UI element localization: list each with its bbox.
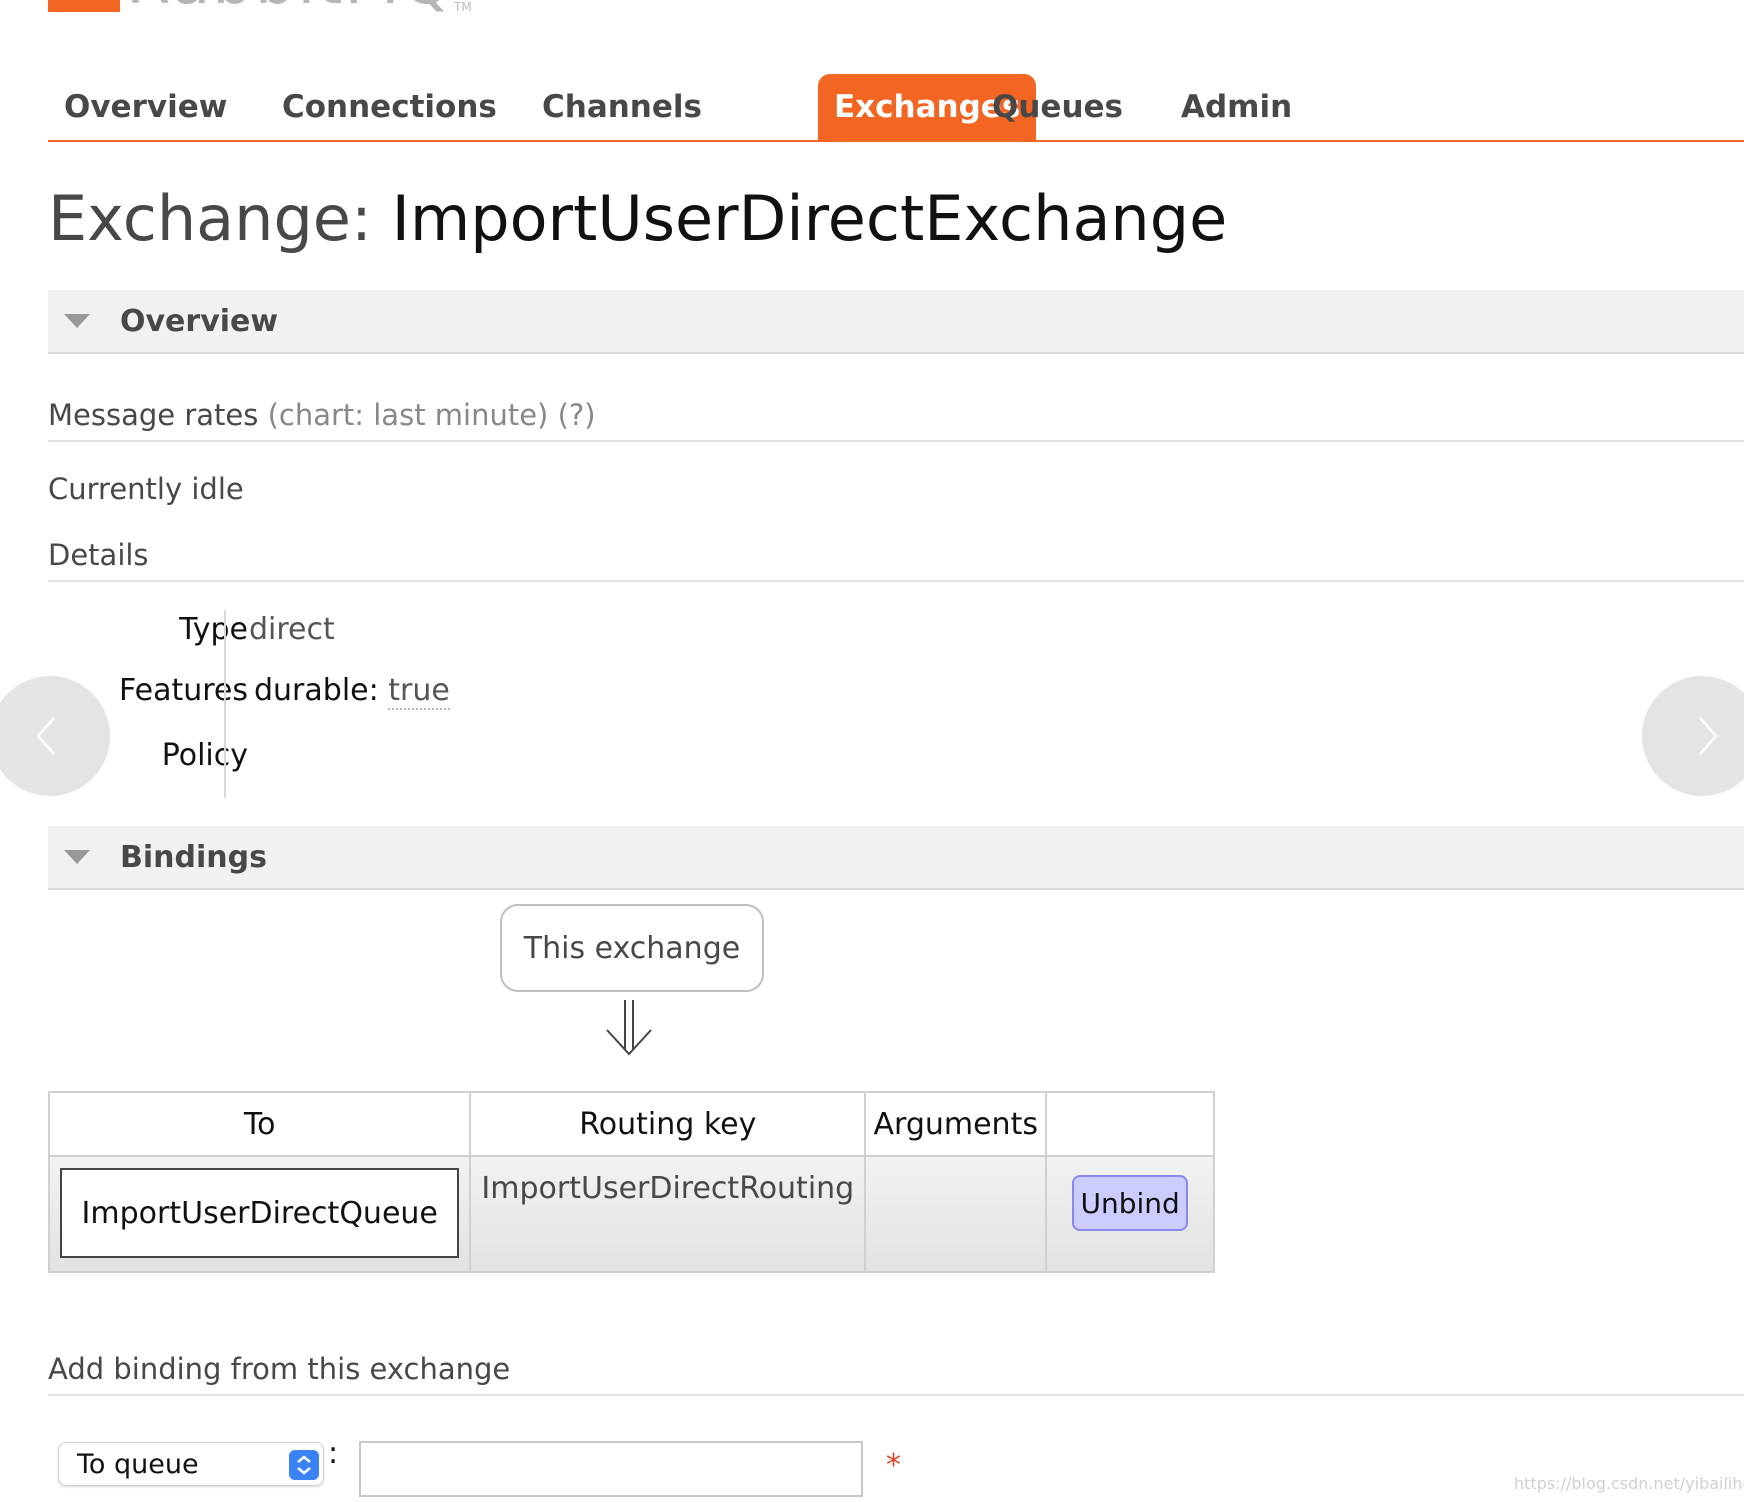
- bindings-table: To Routing key Arguments ImportUserDirec…: [47, 1091, 1215, 1273]
- this-exchange-box: This exchange: [500, 904, 764, 992]
- required-asterisk: *: [886, 1448, 901, 1483]
- main-nav: Overview Connections Channels Exchanges …: [48, 74, 1744, 142]
- policy-label: Policy: [161, 738, 248, 773]
- queue-link[interactable]: ImportUserDirectQueue: [60, 1168, 460, 1258]
- routing-key-value: ImportUserDirectRouting: [481, 1171, 855, 1206]
- binding-arguments-cell: [864, 1155, 1048, 1273]
- page-title-prefix: Exchange:: [48, 182, 372, 255]
- exchange-name: ImportUserDirectExchange: [391, 182, 1228, 255]
- add-binding-heading: Add binding from this exchange: [48, 1352, 1744, 1396]
- destination-type-select[interactable]: To queue: [58, 1442, 324, 1486]
- binding-action-cell: Unbind: [1045, 1155, 1215, 1273]
- logo-text: RabbitMQ: [126, 0, 454, 14]
- type-label: Type: [179, 612, 248, 647]
- destination-name-input[interactable]: [359, 1441, 863, 1497]
- binding-destination-cell: ImportUserDirectQueue: [47, 1155, 472, 1273]
- column-header-arguments: Arguments: [864, 1091, 1048, 1157]
- bindings-section-toggle[interactable]: Bindings: [48, 826, 1744, 890]
- column-header-to: To: [47, 1091, 472, 1157]
- features-value: durable: true: [254, 673, 450, 710]
- field-separator: :: [328, 1436, 339, 1471]
- details-divider: [224, 610, 226, 798]
- unbind-button[interactable]: Unbind: [1072, 1175, 1189, 1231]
- tab-connections[interactable]: Connections: [266, 74, 513, 140]
- bindings-section-title: Bindings: [120, 839, 267, 875]
- watermark: https://blog.csdn.net/yibailiheng: [1514, 1474, 1744, 1493]
- details-table: Type Features Policy direct durable: tru…: [48, 608, 748, 798]
- chevron-left-icon: [36, 717, 55, 755]
- arguments-value: [866, 1157, 1045, 1171]
- column-header-actions: [1045, 1091, 1215, 1157]
- column-header-routing-key: Routing key: [469, 1091, 867, 1157]
- rabbitmq-logo: RabbitMQ TM: [48, 0, 472, 14]
- double-down-arrow-icon: [606, 1000, 652, 1056]
- select-stepper-icon: [289, 1450, 319, 1480]
- message-rates-label: Message rates: [48, 398, 259, 432]
- chart-range-link[interactable]: (chart: last minute) (?): [268, 398, 596, 432]
- page-title: Exchange: ImportUserDirectExchange: [48, 182, 1227, 255]
- collapse-triangle-icon: [64, 314, 90, 328]
- tab-queues[interactable]: Queues: [976, 74, 1139, 140]
- destination-type-value: To queue: [77, 1448, 199, 1480]
- overview-section-toggle[interactable]: Overview: [48, 290, 1744, 354]
- binding-routing-key-cell: ImportUserDirectRouting: [469, 1155, 867, 1273]
- overview-section-title: Overview: [120, 303, 279, 339]
- next-slide-button[interactable]: [1642, 676, 1744, 796]
- tab-admin[interactable]: Admin: [1165, 74, 1308, 140]
- durable-key: durable:: [254, 673, 379, 708]
- features-label: Features: [119, 673, 248, 708]
- durable-value: true: [388, 673, 450, 710]
- chevron-right-icon: [1699, 717, 1718, 755]
- tab-overview[interactable]: Overview: [48, 74, 243, 140]
- bindings-header-row: To Routing key Arguments: [47, 1091, 1215, 1157]
- table-row: ImportUserDirectQueue ImportUserDirectRo…: [47, 1155, 1215, 1273]
- tab-channels[interactable]: Channels: [526, 74, 718, 140]
- details-heading: Details: [48, 538, 1744, 582]
- type-value: direct: [249, 612, 335, 647]
- message-rates-heading: Message rates (chart: last minute) (?): [48, 398, 1744, 442]
- idle-status: Currently idle: [48, 472, 244, 506]
- logo-trademark: TM: [454, 0, 472, 14]
- logo-mark: [48, 0, 120, 12]
- collapse-triangle-icon: [64, 850, 90, 864]
